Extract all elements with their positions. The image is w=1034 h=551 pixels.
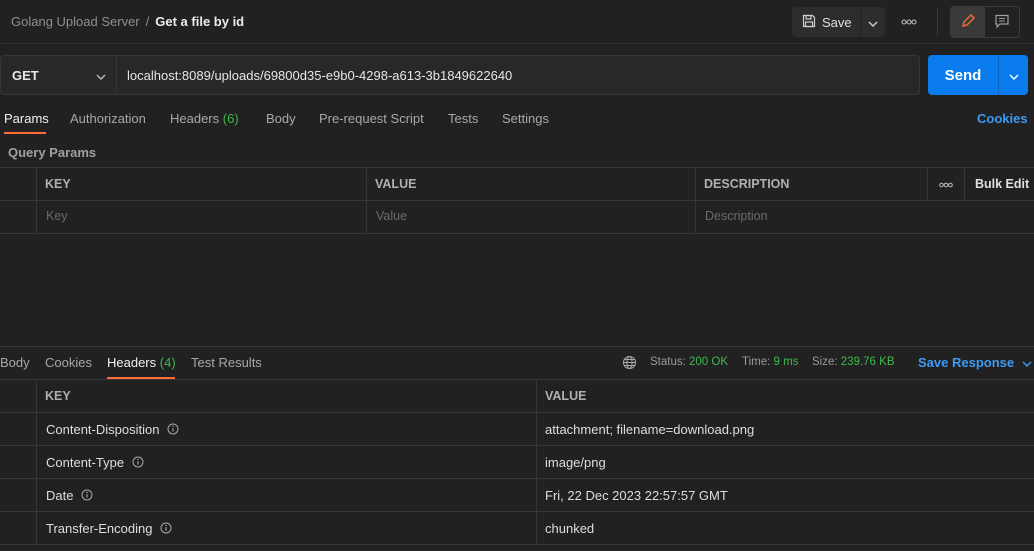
view-mode-toggle — [950, 6, 1020, 38]
more-options-icon[interactable] — [938, 178, 954, 192]
table-border — [0, 233, 1034, 234]
tab-body[interactable]: Body — [266, 111, 296, 126]
header-value: chunked — [545, 520, 595, 536]
save-response-label: Save Response — [918, 355, 1015, 370]
table-row: Content-Type — [46, 446, 144, 478]
table-border — [0, 478, 1034, 479]
tab-params[interactable]: Params — [4, 111, 49, 126]
active-tab-indicator — [4, 132, 46, 134]
info-icon[interactable] — [167, 423, 179, 435]
param-description-input[interactable]: Description — [705, 209, 768, 223]
info-icon[interactable] — [160, 522, 172, 534]
bulk-edit-button[interactable]: Bulk Edit — [975, 177, 1029, 191]
response-tab-test-results[interactable]: Test Results — [191, 355, 262, 370]
column-header-key: KEY — [45, 389, 71, 403]
table-row: Date — [46, 479, 93, 511]
table-border — [0, 379, 1034, 380]
column-header-key: KEY — [45, 177, 71, 191]
toolbar-divider — [937, 8, 938, 36]
table-border — [36, 379, 37, 544]
save-label: Save — [822, 14, 852, 30]
tab-settings[interactable]: Settings — [502, 111, 549, 126]
table-border — [536, 379, 537, 544]
table-border — [0, 445, 1034, 446]
more-options-icon[interactable] — [900, 14, 918, 30]
header-value: attachment; filename=download.png — [545, 421, 755, 437]
table-border — [366, 167, 367, 233]
info-icon[interactable] — [132, 456, 144, 468]
status-readout[interactable]: Status: 200 OK — [650, 356, 728, 368]
tab-authorization[interactable]: Authorization — [70, 111, 146, 126]
header-value: image/png — [545, 454, 606, 470]
breadcrumb-request-name[interactable]: Get a file by id — [155, 14, 244, 29]
comments-button[interactable] — [985, 7, 1019, 37]
tab-headers-label: Headers — [170, 111, 220, 126]
column-header-value: VALUE — [375, 177, 417, 191]
send-options-button[interactable] — [998, 55, 1028, 95]
globe-icon[interactable] — [622, 355, 637, 373]
table-border — [695, 167, 696, 233]
cookies-link[interactable]: Cookies — [977, 111, 1028, 126]
header-key: Content-Type — [46, 454, 125, 470]
save-icon — [802, 14, 816, 31]
header-value: Fri, 22 Dec 2023 22:57:57 GMT — [545, 487, 728, 503]
table-border — [927, 167, 928, 200]
chevron-down-icon — [868, 15, 878, 30]
info-icon[interactable] — [81, 489, 93, 501]
header-key: Content-Disposition — [46, 421, 160, 437]
table-border — [0, 544, 1034, 545]
chevron-down-icon — [96, 70, 106, 85]
response-tab-body[interactable]: Body — [0, 355, 30, 370]
status-label: Status: — [650, 356, 686, 368]
header-key: Date — [46, 487, 74, 503]
send-button[interactable]: Send — [928, 55, 998, 95]
method-value: GET — [12, 67, 39, 83]
tab-pre-request-script[interactable]: Pre-request Script — [319, 111, 424, 126]
response-tab-cookies[interactable]: Cookies — [45, 355, 92, 370]
column-header-value: VALUE — [545, 389, 587, 403]
param-key-input[interactable]: Key — [46, 209, 68, 223]
chevron-down-icon — [1009, 68, 1019, 83]
status-value: 200 OK — [689, 356, 729, 368]
save-button[interactable]: Save — [792, 7, 860, 37]
table-row: Transfer-Encoding — [46, 512, 172, 544]
pencil-icon — [960, 13, 976, 32]
size-value: 239.76 KB — [840, 356, 895, 368]
send-label: Send — [944, 66, 982, 84]
time-label: Time: — [742, 356, 771, 368]
query-params-title: Query Params — [8, 145, 97, 160]
table-border — [0, 200, 1034, 201]
header-key: Transfer-Encoding — [46, 520, 153, 536]
tab-tests[interactable]: Tests — [448, 111, 478, 126]
response-tab-headers-count: (4) — [159, 355, 176, 370]
table-border — [36, 167, 37, 233]
tab-headers-count: (6) — [222, 111, 239, 126]
top-bar: Golang Upload Server / Get a file by id Sa… — [0, 0, 1034, 44]
save-options-button[interactable] — [861, 7, 885, 37]
breadcrumb-separator: / — [145, 14, 150, 29]
response-tab-headers[interactable]: Headers (4) — [107, 355, 176, 370]
size-readout[interactable]: Size: 239.76 KB — [812, 356, 895, 368]
url-value: localhost:8089/uploads/69800d35-e9b0-429… — [127, 67, 513, 83]
save-response-button[interactable]: Save Response — [918, 355, 1032, 370]
column-header-description: DESCRIPTION — [704, 177, 790, 191]
pane-divider[interactable] — [0, 346, 1034, 347]
param-value-input[interactable]: Value — [376, 209, 407, 223]
table-border — [0, 167, 1034, 168]
table-row: Content-Disposition — [46, 413, 179, 445]
time-value: 9 ms — [773, 356, 799, 368]
size-label: Size: — [812, 356, 838, 368]
comment-icon — [994, 13, 1010, 32]
tab-headers[interactable]: Headers (6) — [170, 111, 239, 126]
time-readout[interactable]: Time: 9 ms — [742, 356, 798, 368]
table-border — [964, 167, 965, 200]
method-select[interactable]: GET — [0, 55, 116, 95]
breadcrumb: Golang Upload Server / Get a file by id — [11, 14, 244, 29]
breadcrumb-collection[interactable]: Golang Upload Server — [11, 14, 140, 29]
url-input[interactable]: localhost:8089/uploads/69800d35-e9b0-429… — [116, 55, 920, 95]
chevron-down-icon — [1022, 355, 1032, 370]
response-tab-headers-label: Headers — [107, 355, 157, 370]
edit-mode-button[interactable] — [951, 7, 985, 37]
